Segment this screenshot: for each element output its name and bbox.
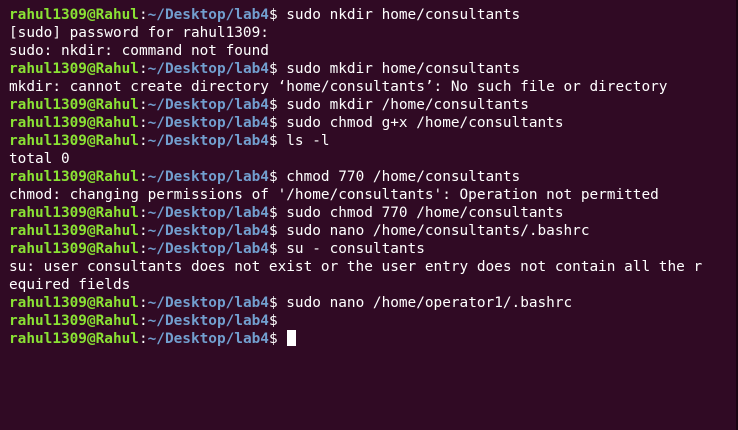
prompt-line: rahul1309@Rahul:~/Desktop/lab4$ sudo nan… xyxy=(9,294,738,312)
prompt-line: rahul1309@Rahul:~/Desktop/lab4$ sudo chm… xyxy=(9,204,738,222)
prompt-separator: : xyxy=(138,115,148,131)
command-text: sudo chmod g+x /home/consultants xyxy=(286,115,564,131)
prompt-separator: : xyxy=(138,241,148,257)
prompt-symbol: $ xyxy=(268,241,287,257)
prompt-user: rahul1309@Rahul xyxy=(9,61,139,77)
prompt-user: rahul1309@Rahul xyxy=(9,313,139,329)
output-text: su: user consultants does not exist or t… xyxy=(9,259,703,275)
prompt-user: rahul1309@Rahul xyxy=(9,97,139,113)
prompt-line: rahul1309@Rahul:~/Desktop/lab4$ sudo nkd… xyxy=(9,6,738,24)
prompt-user: rahul1309@Rahul xyxy=(9,169,139,185)
prompt-path: ~/Desktop/lab4 xyxy=(147,115,269,131)
output-line: total 0 xyxy=(9,150,738,168)
prompt-symbol: $ xyxy=(268,133,287,149)
prompt-path: ~/Desktop/lab4 xyxy=(147,205,269,221)
prompt-path: ~/Desktop/lab4 xyxy=(147,241,269,257)
prompt-user: rahul1309@Rahul xyxy=(9,133,139,149)
output-text: equired fields xyxy=(9,277,131,293)
prompt-separator: : xyxy=(138,133,148,149)
prompt-symbol: $ xyxy=(268,205,287,221)
prompt-path: ~/Desktop/lab4 xyxy=(147,223,269,239)
prompt-symbol: $ xyxy=(268,313,287,329)
prompt-user: rahul1309@Rahul xyxy=(9,7,139,23)
prompt-symbol: $ xyxy=(268,331,287,347)
prompt-user: rahul1309@Rahul xyxy=(9,223,139,239)
output-text: mkdir: cannot create directory ‘home/con… xyxy=(9,79,668,95)
prompt-line: rahul1309@Rahul:~/Desktop/lab4$ xyxy=(9,312,738,330)
prompt-path: ~/Desktop/lab4 xyxy=(147,331,269,347)
prompt-path: ~/Desktop/lab4 xyxy=(147,133,269,149)
command-text: sudo chmod 770 /home/consultants xyxy=(286,205,564,221)
prompt-line: rahul1309@Rahul:~/Desktop/lab4$ ls -l xyxy=(9,132,738,150)
command-text: su - consultants xyxy=(286,241,425,257)
output-line: equired fields xyxy=(9,276,738,294)
prompt-user: rahul1309@Rahul xyxy=(9,241,139,257)
prompt-separator: : xyxy=(138,205,148,221)
command-text: sudo nano /home/consultants/.bashrc xyxy=(286,223,590,239)
prompt-symbol: $ xyxy=(268,97,287,113)
output-line: [sudo] password for rahul1309: xyxy=(9,24,738,42)
prompt-user: rahul1309@Rahul xyxy=(9,115,139,131)
prompt-separator: : xyxy=(138,61,148,77)
prompt-path: ~/Desktop/lab4 xyxy=(147,313,269,329)
terminal-window[interactable]: rahul1309@Rahul:~/Desktop/lab4$ sudo nkd… xyxy=(0,0,738,430)
prompt-path: ~/Desktop/lab4 xyxy=(147,7,269,23)
prompt-user: rahul1309@Rahul xyxy=(9,295,139,311)
output-line: mkdir: cannot create directory ‘home/con… xyxy=(9,78,738,96)
prompt-path: ~/Desktop/lab4 xyxy=(147,97,269,113)
prompt-line: rahul1309@Rahul:~/Desktop/lab4$ sudo mkd… xyxy=(9,96,738,114)
prompt-separator: : xyxy=(138,331,148,347)
prompt-line: rahul1309@Rahul:~/Desktop/lab4$ chmod 77… xyxy=(9,168,738,186)
prompt-line: rahul1309@Rahul:~/Desktop/lab4$ sudo chm… xyxy=(9,114,738,132)
prompt-line: rahul1309@Rahul:~/Desktop/lab4$ sudo mkd… xyxy=(9,60,738,78)
prompt-symbol: $ xyxy=(268,7,287,23)
prompt-line: rahul1309@Rahul:~/Desktop/lab4$ xyxy=(9,330,738,348)
prompt-line: rahul1309@Rahul:~/Desktop/lab4$ su - con… xyxy=(9,240,738,258)
prompt-symbol: $ xyxy=(268,295,287,311)
command-text: sudo nkdir home/consultants xyxy=(286,7,521,23)
text-cursor[interactable] xyxy=(287,330,297,346)
prompt-user: rahul1309@Rahul xyxy=(9,331,139,347)
prompt-separator: : xyxy=(138,7,148,23)
prompt-separator: : xyxy=(138,169,148,185)
prompt-line: rahul1309@Rahul:~/Desktop/lab4$ sudo nan… xyxy=(9,222,738,240)
output-text: [sudo] password for rahul1309: xyxy=(9,25,269,41)
prompt-symbol: $ xyxy=(268,61,287,77)
prompt-separator: : xyxy=(138,223,148,239)
output-line: su: user consultants does not exist or t… xyxy=(9,258,738,276)
command-text: ls -l xyxy=(286,133,330,149)
terminal-output: rahul1309@Rahul:~/Desktop/lab4$ sudo nkd… xyxy=(9,6,738,348)
command-text: chmod 770 /home/consultants xyxy=(286,169,521,185)
prompt-user: rahul1309@Rahul xyxy=(9,205,139,221)
prompt-separator: : xyxy=(138,97,148,113)
prompt-symbol: $ xyxy=(268,223,287,239)
prompt-separator: : xyxy=(138,295,148,311)
prompt-symbol: $ xyxy=(268,169,287,185)
command-text: sudo mkdir home/consultants xyxy=(286,61,521,77)
prompt-separator: : xyxy=(138,313,148,329)
output-text: chmod: changing permissions of '/home/co… xyxy=(9,187,659,203)
prompt-path: ~/Desktop/lab4 xyxy=(147,169,269,185)
command-text: sudo nano /home/operator1/.bashrc xyxy=(286,295,573,311)
output-line: sudo: nkdir: command not found xyxy=(9,42,738,60)
prompt-path: ~/Desktop/lab4 xyxy=(147,61,269,77)
output-text: total 0 xyxy=(9,151,70,167)
command-text: sudo mkdir /home/consultants xyxy=(286,97,529,113)
prompt-path: ~/Desktop/lab4 xyxy=(147,295,269,311)
output-text: sudo: nkdir: command not found xyxy=(9,43,269,59)
output-line: chmod: changing permissions of '/home/co… xyxy=(9,186,738,204)
prompt-symbol: $ xyxy=(268,115,287,131)
